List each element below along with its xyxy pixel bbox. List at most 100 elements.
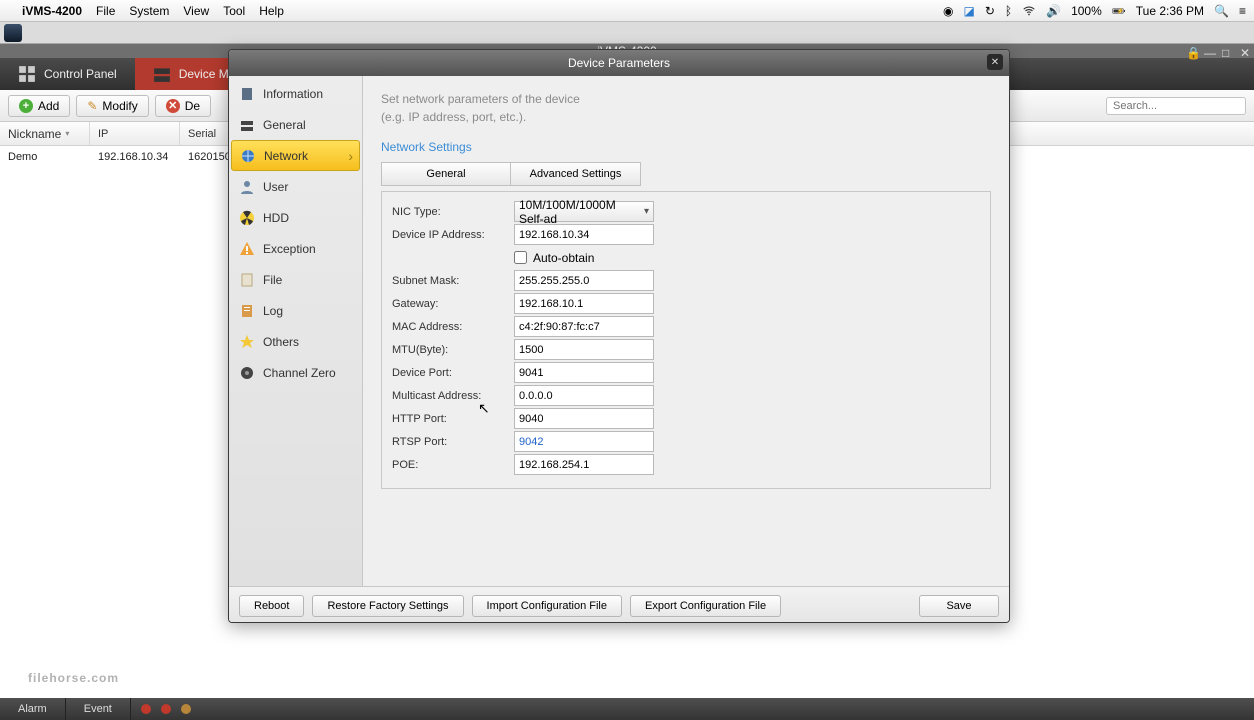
status-dot-red-2[interactable]	[161, 704, 171, 714]
file-icon	[239, 272, 255, 288]
sidebar-item-exception[interactable]: Exception	[229, 233, 362, 264]
label-mac: MAC Address:	[392, 321, 514, 333]
cell-ip: 192.168.10.34	[90, 148, 180, 166]
nic-select[interactable]: 10M/100M/1000M Self-ad	[514, 201, 654, 222]
multicast-input[interactable]	[514, 385, 654, 406]
label-gateway: Gateway:	[392, 298, 514, 310]
add-button[interactable]: + Add	[8, 95, 70, 117]
window-hide-icon[interactable]: 🔒	[1186, 46, 1196, 56]
http-port-input[interactable]	[514, 408, 654, 429]
mac-menubar: iVMS-4200 File System View Tool Help ◉ ◪…	[0, 0, 1254, 22]
auto-obtain-checkbox[interactable]	[514, 251, 527, 264]
modify-label: Modify	[102, 99, 137, 113]
sidebar-item-file[interactable]: File	[229, 264, 362, 295]
menu-file[interactable]: File	[96, 4, 115, 18]
sidebar-item-log[interactable]: Log	[229, 295, 362, 326]
window-maximize-icon[interactable]: □	[1222, 46, 1232, 56]
modify-button[interactable]: ✎ Modify	[76, 95, 148, 117]
info-icon	[239, 86, 255, 102]
reboot-button[interactable]: Reboot	[239, 595, 304, 617]
ip-input[interactable]	[514, 224, 654, 245]
tab-control-panel[interactable]: Control Panel	[0, 58, 135, 90]
bluetooth-icon[interactable]: ᛒ	[1005, 4, 1012, 18]
label-port: Device Port:	[392, 367, 514, 379]
modal-footer: Reboot Restore Factory Settings Import C…	[229, 586, 1009, 623]
label-multicast: Multicast Address:	[392, 390, 514, 402]
label-auto-obtain: Auto-obtain	[533, 251, 594, 265]
label-mask: Subnet Mask:	[392, 275, 514, 287]
menu-help[interactable]: Help	[259, 4, 284, 18]
subtab-general[interactable]: General	[381, 162, 511, 186]
general-icon	[239, 117, 255, 133]
globe-icon	[240, 148, 256, 164]
label-http: HTTP Port:	[392, 413, 514, 425]
sidebar-item-others[interactable]: Others	[229, 326, 362, 357]
status-dot-red-1[interactable]	[141, 704, 151, 714]
status-dot-orange[interactable]	[181, 704, 191, 714]
spotlight-icon[interactable]: 🔍	[1214, 4, 1229, 18]
notifications-icon[interactable]: ≡	[1239, 4, 1246, 18]
window-close-icon[interactable]: ✕	[1240, 46, 1250, 56]
battery-percent: 100%	[1071, 4, 1102, 18]
bottom-tab-event[interactable]: Event	[66, 698, 131, 720]
pencil-icon: ✎	[87, 99, 97, 113]
clock[interactable]: Tue 2:36 PM	[1136, 4, 1204, 18]
subtab-advanced[interactable]: Advanced Settings	[511, 162, 641, 186]
rtsp-port-input[interactable]	[514, 431, 654, 452]
log-icon	[239, 303, 255, 319]
tab-device-label: Device Ma	[179, 67, 236, 81]
gateway-input[interactable]	[514, 293, 654, 314]
star-icon	[239, 334, 255, 350]
import-config-button[interactable]: Import Configuration File	[472, 595, 622, 617]
modal-titlebar: Device Parameters ✕	[229, 50, 1009, 76]
device-port-input[interactable]	[514, 362, 654, 383]
label-mtu: MTU(Byte):	[392, 344, 514, 356]
label-ip: Device IP Address:	[392, 229, 514, 241]
wifi-icon[interactable]	[1022, 4, 1036, 18]
mtu-input[interactable]	[514, 339, 654, 360]
menu-view[interactable]: View	[183, 4, 209, 18]
watermark: filehorse.com	[28, 656, 119, 690]
modal-close-icon[interactable]: ✕	[987, 54, 1003, 70]
section-title: Network Settings	[381, 140, 991, 154]
modal-main: Set network parameters of the device (e.…	[363, 76, 1009, 586]
updates-icon[interactable]: ↻	[985, 4, 995, 18]
cell-nickname: Demo	[0, 148, 90, 166]
save-button[interactable]: Save	[919, 595, 999, 617]
sidebar-item-network[interactable]: Network	[231, 140, 360, 171]
sidebar-item-user[interactable]: User	[229, 171, 362, 202]
export-config-button[interactable]: Export Configuration File	[630, 595, 781, 617]
menubar-appname[interactable]: iVMS-4200	[22, 4, 82, 18]
battery-icon[interactable]: ⚡	[1112, 4, 1126, 18]
dropbox-icon[interactable]: ◪	[964, 4, 975, 18]
col-nickname[interactable]: Nickname▾	[0, 122, 90, 145]
restore-factory-button[interactable]: Restore Factory Settings	[312, 595, 463, 617]
delete-button[interactable]: ✕ De	[155, 95, 211, 117]
search-input[interactable]	[1113, 100, 1239, 112]
hint-line1: Set network parameters of the device	[381, 90, 991, 108]
user-icon	[239, 179, 255, 195]
tab-control-panel-label: Control Panel	[44, 67, 117, 81]
delete-label: De	[185, 99, 200, 113]
bottom-tab-alarm[interactable]: Alarm	[0, 698, 66, 720]
label-nic: NIC Type:	[392, 206, 514, 218]
search-box[interactable]	[1106, 97, 1246, 115]
network-fieldset: NIC Type:10M/100M/1000M Self-ad Device I…	[381, 191, 991, 489]
window-minimize-icon[interactable]: ―	[1204, 46, 1214, 56]
mac-input[interactable]	[514, 316, 654, 337]
menu-system[interactable]: System	[129, 4, 169, 18]
record-icon[interactable]: ◉	[943, 4, 953, 18]
menu-tool[interactable]: Tool	[223, 4, 245, 18]
volume-icon[interactable]: 🔊	[1046, 4, 1061, 18]
modal-title: Device Parameters	[568, 56, 670, 70]
modal-sidebar: Information General Network User HDD Exc…	[229, 76, 363, 586]
plus-icon: +	[19, 99, 33, 113]
col-ip[interactable]: IP	[90, 122, 180, 145]
mask-input[interactable]	[514, 270, 654, 291]
poe-input[interactable]	[514, 454, 654, 475]
sidebar-item-channel-zero[interactable]: Channel Zero	[229, 357, 362, 388]
sidebar-item-general[interactable]: General	[229, 109, 362, 140]
sidebar-item-information[interactable]: Information	[229, 78, 362, 109]
sidebar-item-hdd[interactable]: HDD	[229, 202, 362, 233]
device-icon	[153, 65, 171, 83]
